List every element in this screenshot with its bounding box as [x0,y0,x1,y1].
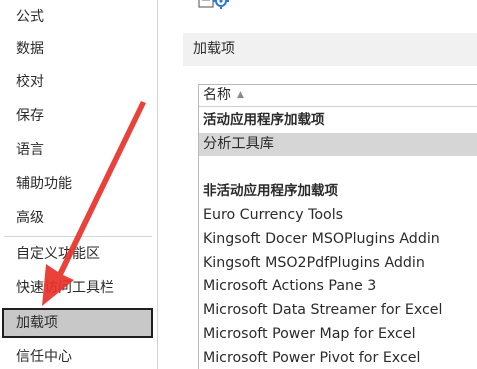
nav-item-accessibility[interactable]: 辅助功能 [2,169,153,199]
nav-item-customize-ribbon[interactable]: 自定义功能区 [2,239,153,269]
nav-item-save[interactable]: 保存 [2,101,153,131]
group-header-active: 活动应用程序加载项 [203,112,325,128]
add-ins-list[interactable]: 名称 ▲ 活动应用程序加载项 分析工具库 非活动应用程序加载项 Euro Curr… [198,84,477,369]
sort-ascending-icon: ▲ [237,90,244,100]
list-item[interactable]: Microsoft Data Streamer for Excel [199,299,477,322]
add-ins-panel: 加载项 名称 ▲ 活动应用程序加载项 分析工具库 非活动应用程序加载项 Euro … [158,0,477,369]
options-navigation: 公式 数据 校对 保存 语言 辅助功能 高级 自定义功能区 快速访问工具栏 加载… [0,0,158,369]
gear-icon [198,0,229,9]
nav-item-advanced[interactable]: 高级 [2,203,153,233]
add-ins-section-header: 加载项 [183,33,477,66]
list-item[interactable]: Microsoft Power Pivot for Excel [199,347,477,369]
group-header-inactive: 非活动应用程序加载项 [203,183,338,199]
list-item[interactable]: Kingsoft MSO2PdfPlugins Addin [199,252,477,275]
list-item[interactable]: Microsoft Actions Pane 3 [199,275,477,298]
nav-item-language[interactable]: 语言 [2,135,153,165]
nav-divider [4,236,152,237]
nav-item-data[interactable]: 数据 [2,34,153,64]
column-header-name[interactable]: 名称 ▲ [199,85,477,107]
list-item[interactable]: 分析工具库 [199,133,477,156]
list-item[interactable]: Euro Currency Tools [199,204,477,227]
column-header-label: 名称 [203,87,231,103]
section-title: 加载项 [193,41,235,57]
nav-item-formulas[interactable]: 公式 [2,2,153,32]
nav-item-proofing[interactable]: 校对 [2,67,153,97]
excel-options-window: 公式 数据 校对 保存 语言 辅助功能 高级 自定义功能区 快速访问工具栏 加载… [0,0,477,369]
list-item[interactable]: Kingsoft Docer MSOPlugins Addin [199,228,477,251]
nav-item-trust-center[interactable]: 信任中心 [2,342,153,369]
nav-item-quick-access-toolbar[interactable]: 快速访问工具栏 [2,273,153,303]
nav-item-add-ins[interactable]: 加载项 [2,308,153,338]
list-item[interactable]: Microsoft Power Map for Excel [199,323,477,346]
